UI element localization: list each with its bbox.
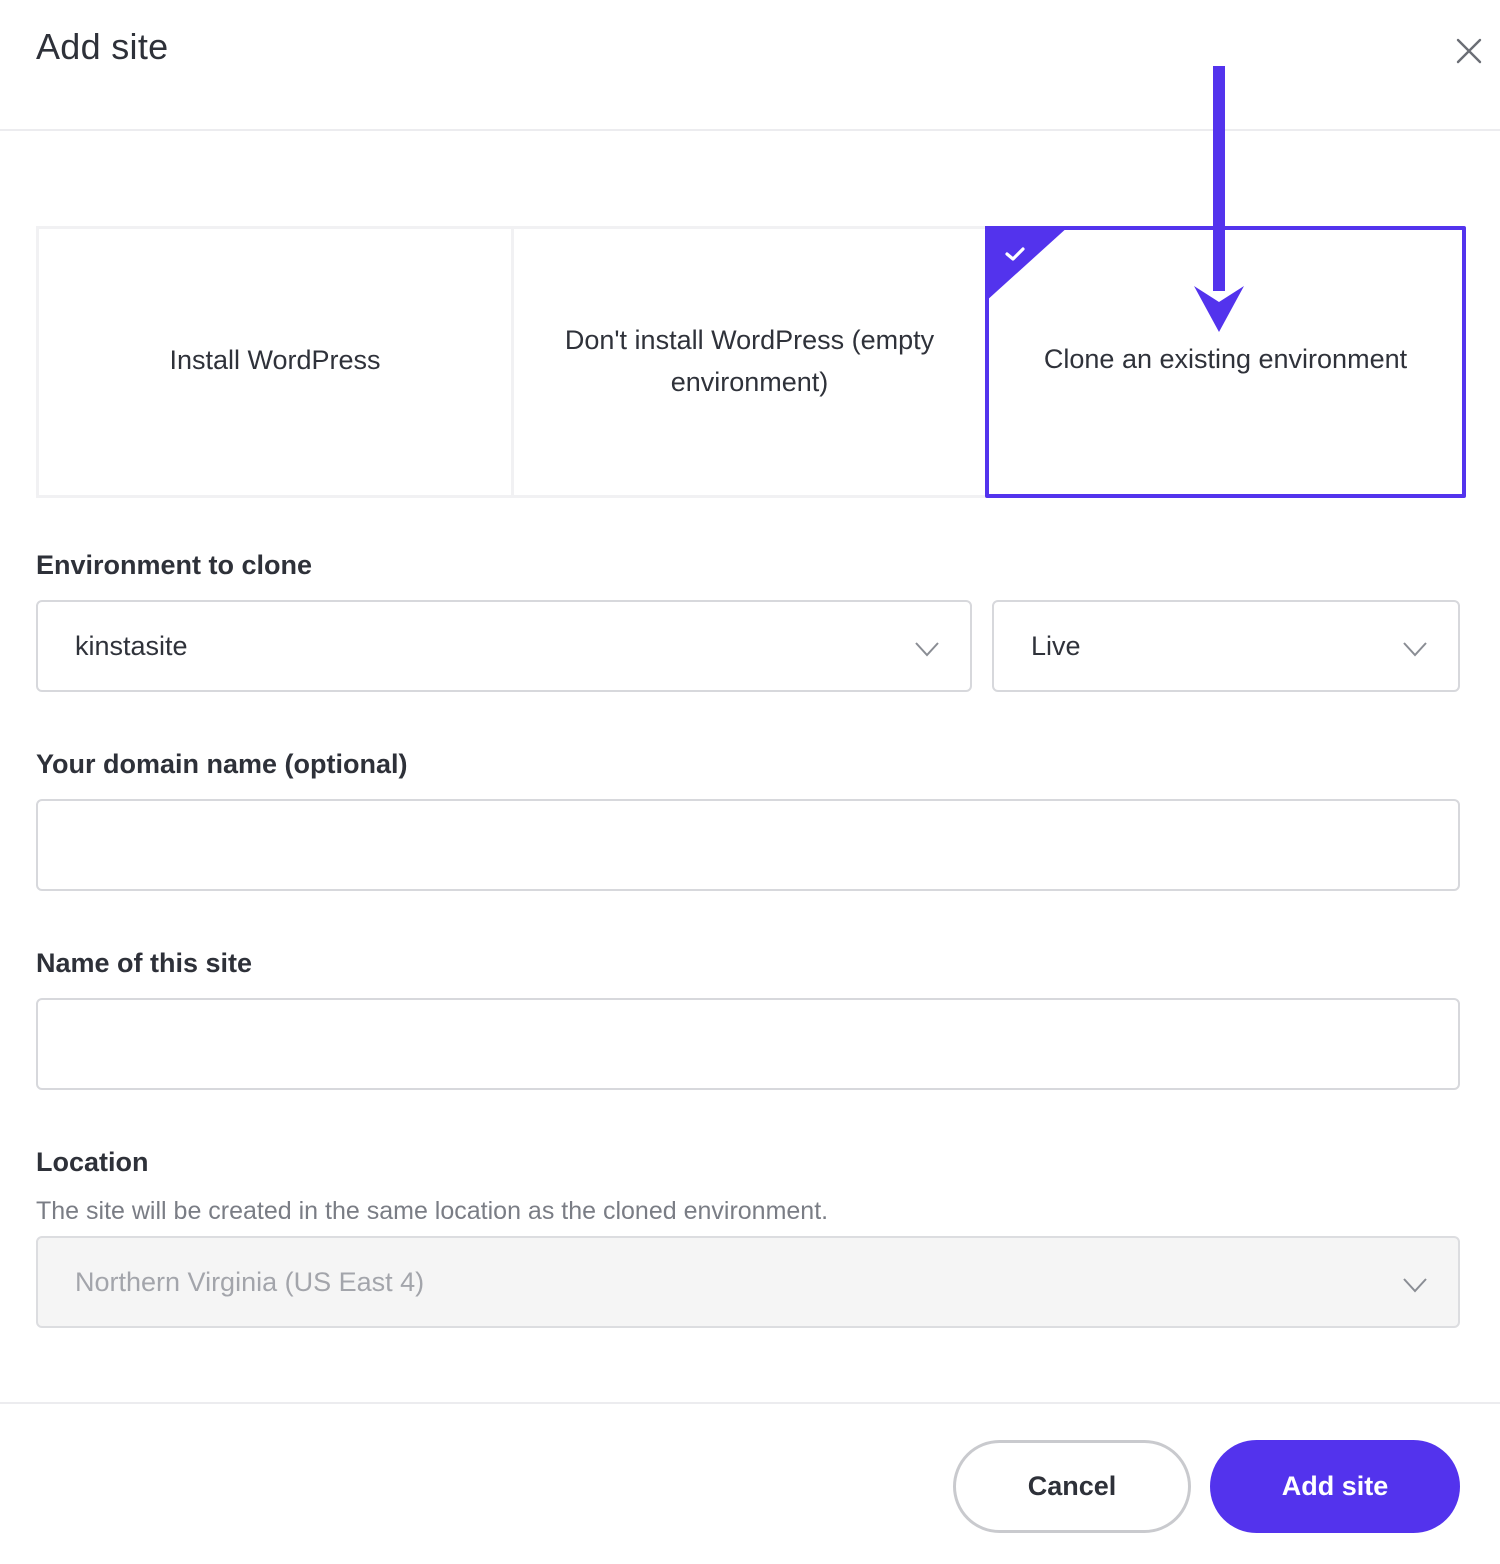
cancel-button[interactable]: Cancel [953,1440,1191,1533]
domain-label: Your domain name (optional) [36,749,408,779]
location-hint: The site will be created in the same loc… [36,1197,829,1225]
check-icon [1005,247,1025,261]
chevron-down-icon [915,642,939,657]
modal-header: Add site [0,0,1500,131]
close-button[interactable] [1452,34,1486,68]
option-empty-environment[interactable]: Don't install WordPress (empty environme… [511,226,988,498]
close-icon [1456,38,1482,64]
site-select[interactable]: kinstasite [36,600,972,692]
option-install-wordpress[interactable]: Install WordPress [36,226,514,498]
option-label: Don't install WordPress (empty environme… [564,325,935,397]
footer-divider [0,1402,1500,1404]
domain-field-wrapper [36,799,1460,891]
add-site-button[interactable]: Add site [1210,1440,1460,1533]
location-select: Northern Virginia (US East 4) [36,1236,1460,1328]
chevron-down-icon [1403,642,1427,657]
site-select-value: kinstasite [75,630,188,661]
add-site-modal: Add site Install WordPress Don't install… [0,0,1500,1564]
site-name-label: Name of this site [36,948,253,978]
option-label: Clone an existing environment [1043,344,1408,374]
environment-select-value: Live [1031,630,1081,661]
location-select-value: Northern Virginia (US East 4) [75,1266,425,1297]
option-label: Install WordPress [169,345,381,375]
environment-select[interactable]: Live [992,600,1460,692]
selected-corner-badge [985,226,1069,302]
location-label: Location [36,1147,149,1177]
chevron-down-icon [1403,1278,1427,1293]
modal-title: Add site [36,26,169,67]
domain-input[interactable] [38,801,1458,889]
environment-label: Environment to clone [36,550,313,580]
site-name-field-wrapper [36,998,1460,1090]
arrow-down-icon [1194,66,1244,332]
install-options: Install WordPress Don't install WordPres… [36,226,1466,498]
site-name-input[interactable] [38,1000,1458,1088]
